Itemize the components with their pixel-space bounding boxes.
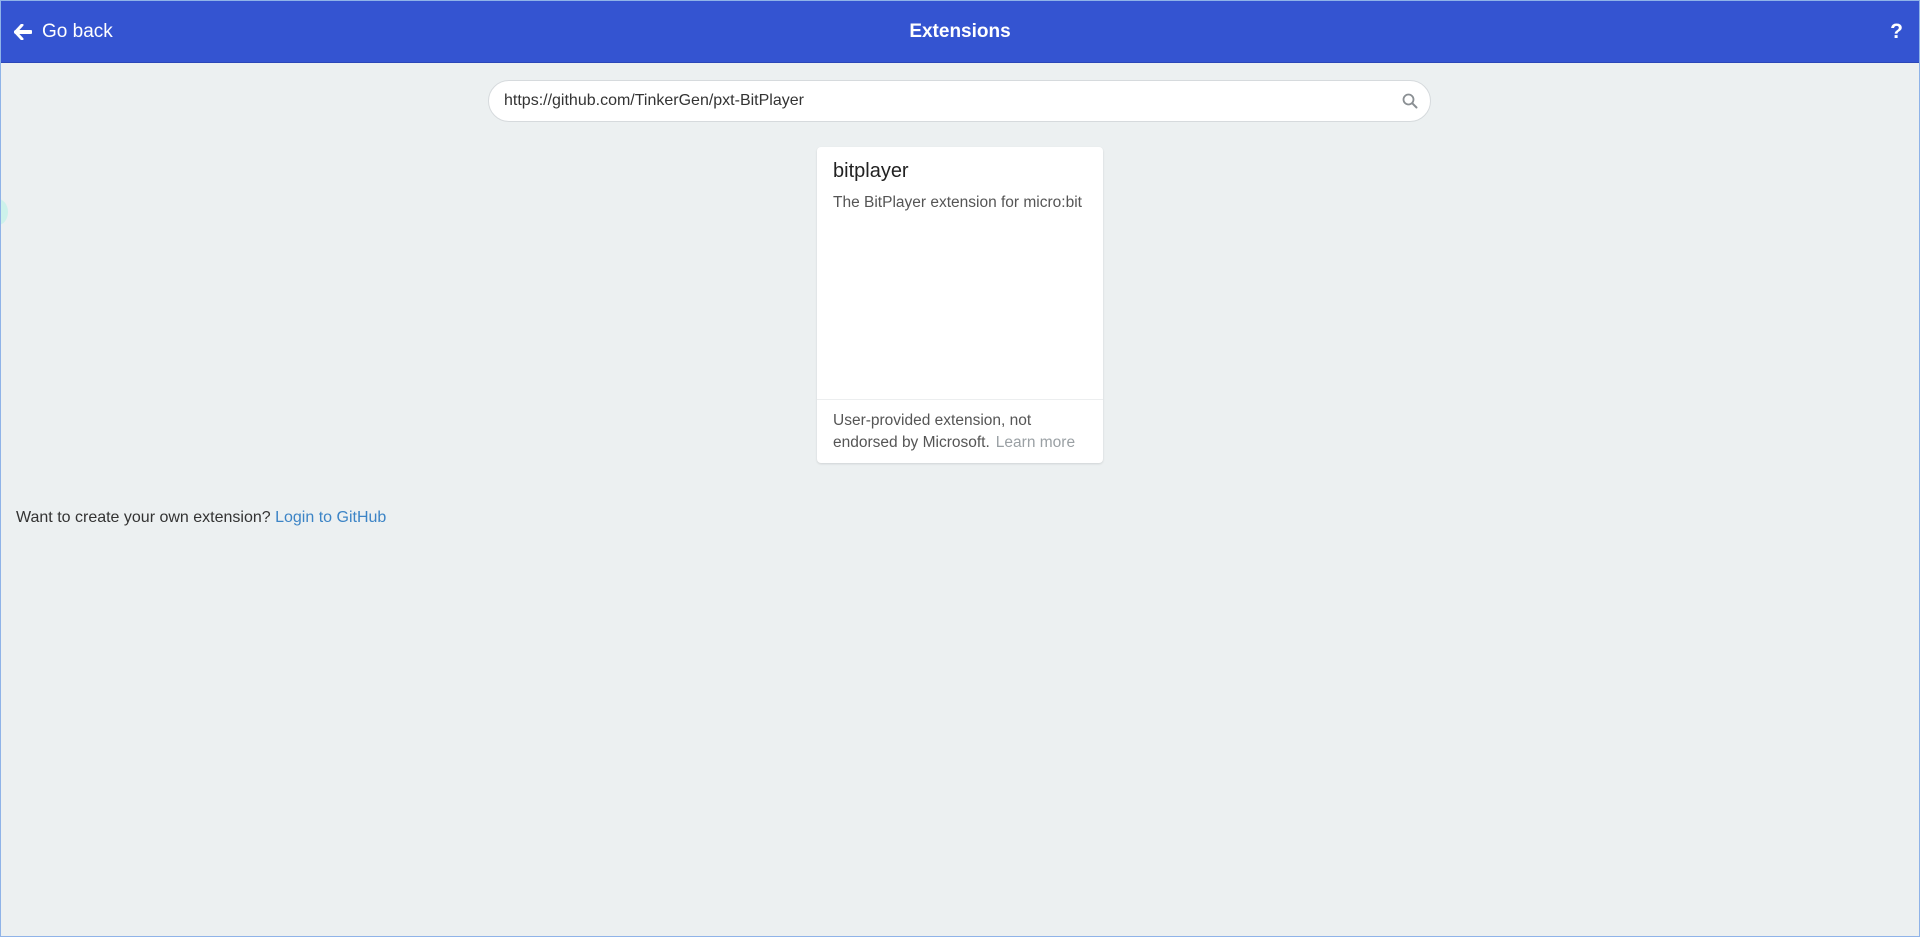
page-title: Extensions xyxy=(909,21,1011,42)
extension-description: The BitPlayer extension for micro:bit xyxy=(833,194,1082,211)
search-box xyxy=(488,80,1431,122)
help-icon: ? xyxy=(1890,19,1903,43)
go-back-button[interactable]: Go back xyxy=(14,0,113,63)
learn-more-link[interactable]: Learn more xyxy=(996,434,1075,451)
help-button[interactable]: ? xyxy=(1890,0,1903,63)
create-extension-text: Want to create your own extension? xyxy=(16,509,271,526)
top-bar: Go back Extensions ? xyxy=(0,0,1920,63)
go-back-label: Go back xyxy=(42,20,113,42)
extension-title: bitplayer xyxy=(833,160,909,182)
extension-card-footer: User-provided extension, not endorsed by… xyxy=(817,399,1103,463)
login-github-link[interactable]: Login to GitHub xyxy=(275,509,386,526)
search-icon[interactable] xyxy=(1390,81,1430,121)
arrow-left-icon xyxy=(14,23,32,40)
create-extension-prompt: Want to create your own extension? Login… xyxy=(16,509,386,527)
search-input[interactable] xyxy=(489,82,1390,120)
edge-decoration xyxy=(0,199,8,225)
extension-disclaimer: User-provided extension, not endorsed by… xyxy=(833,410,1095,454)
extension-card-bitplayer[interactable]: bitplayer The BitPlayer extension for mi… xyxy=(817,147,1103,463)
window-frame xyxy=(0,0,1920,937)
